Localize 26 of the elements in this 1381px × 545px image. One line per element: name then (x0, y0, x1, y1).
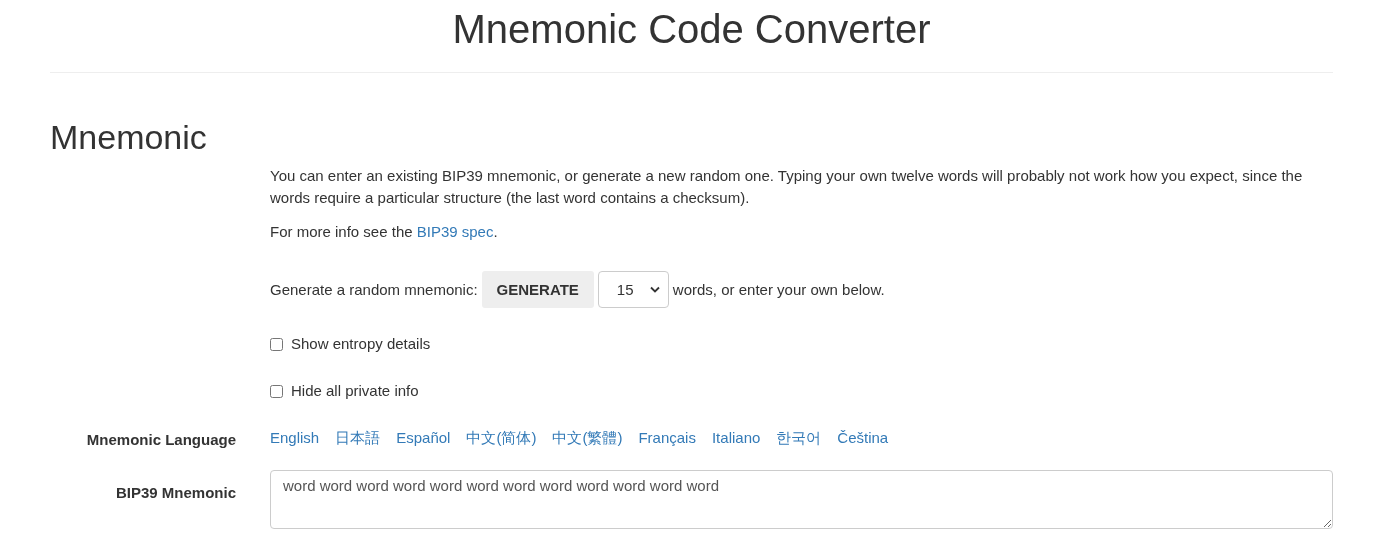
language-link[interactable]: English (270, 427, 320, 449)
generate-button[interactable]: GENERATE (481, 271, 594, 308)
language-link[interactable]: 한국어 (776, 427, 822, 449)
generate-suffix: words, or enter your own below. (672, 281, 885, 298)
language-link[interactable]: 中文(繁體) (552, 427, 623, 449)
checkbox-label: Show entropy details (291, 334, 431, 354)
checkbox[interactable] (270, 384, 283, 398)
language-link[interactable]: 日本語 (335, 427, 381, 449)
mnemonic-field[interactable]: word word word word word word word word word word word word (270, 470, 1333, 529)
language-link[interactable]: Čeština (837, 427, 889, 449)
language-link[interactable]: 中文(简体) (466, 427, 537, 449)
page-title: Mnemonic Code Converter (451, 6, 932, 52)
section-title: Mnemonic (50, 117, 208, 157)
checkbox-label: Hide all private info (291, 381, 419, 401)
word-count-select[interactable]: 15 (597, 271, 669, 308)
mnemonic-label: BIP39 Mnemonic (114, 483, 236, 503)
checkbox[interactable] (270, 337, 283, 351)
language-label: Mnemonic Language (85, 430, 236, 450)
info-text: For more info see the BIP39 spec. (270, 222, 499, 242)
intro-text: You can enter an existing BIP39 mnemonic, or generate a new random one. Typing your own twelve words will probably not work how you expect, since the words require a particular structure (the last word contains a checksum). (270, 166, 1304, 208)
generate-label: Generate a random mnemonic: (270, 281, 478, 298)
chevron-down-icon (649, 286, 660, 293)
language-link[interactable]: Français (638, 427, 696, 449)
spec-link[interactable]: BIP39 spec (416, 223, 494, 240)
language-link[interactable]: Italiano (711, 427, 761, 449)
language-link[interactable]: Español (396, 427, 451, 449)
